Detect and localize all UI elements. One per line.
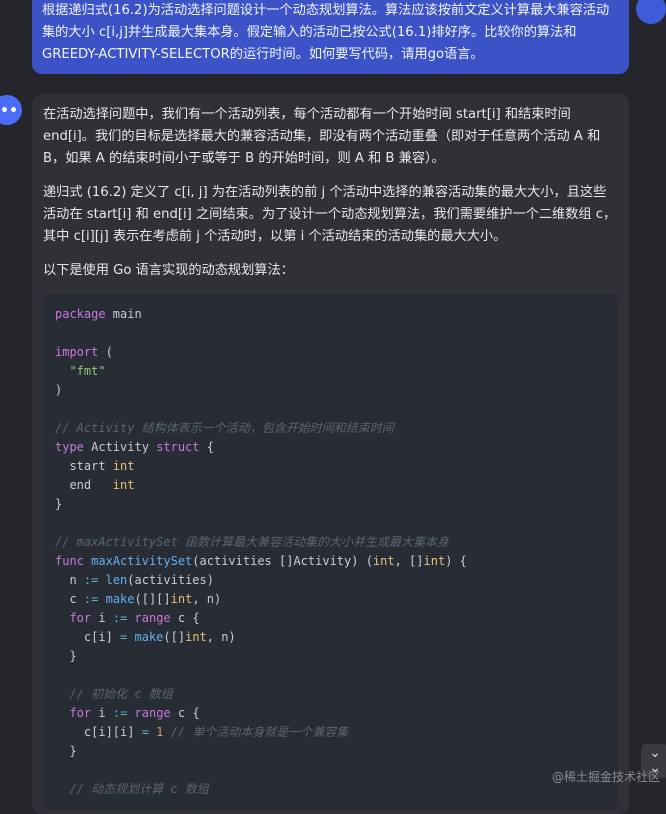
assistant-answer: 在活动选择问题中，我们有一个活动列表，每个活动都有一个开始时间 start[i]… [32,94,629,814]
code-comment-dp: // 动态规划计算 c 数组 [69,782,209,796]
answer-paragraph-2: 递归式 (16.2) 定义了 c[i, j] 为在活动列表的前 j 个活动中选择… [43,185,617,244]
code-comment-activity: // Activity 结构体表示一个活动，包含开始时间和结束时间 [55,421,394,435]
code-comment-init: // 初始化 c 数组 [69,687,173,701]
user-message-text: 根据递归式(16.2)为活动选择问题设计一个动态规划算法。算法应该按前文定义计算… [42,3,610,62]
code-block[interactable]: package main import ( "fmt" ) // Activit… [43,294,618,810]
answer-paragraph-3: 以下是使用 Go 语言实现的动态规划算法： [43,263,294,278]
assistant-avatar [0,95,22,125]
code-comment-maxactivityset: // maxActivitySet 函数计算最大兼容活动集的大小并生成最大集本身 [55,535,450,549]
watermark: @稀土掘金技术社区 [551,770,660,784]
code-comment-single: // 单个活动本身就是一个兼容集 [170,725,349,739]
answer-paragraph-1: 在活动选择问题中，我们有一个活动列表，每个活动都有一个开始时间 start[i]… [43,107,601,166]
user-avatar [636,0,666,24]
user-message-bubble: 根据递归式(16.2)为活动选择问题设计一个动态规划算法。算法应该按前文定义计算… [32,0,629,74]
